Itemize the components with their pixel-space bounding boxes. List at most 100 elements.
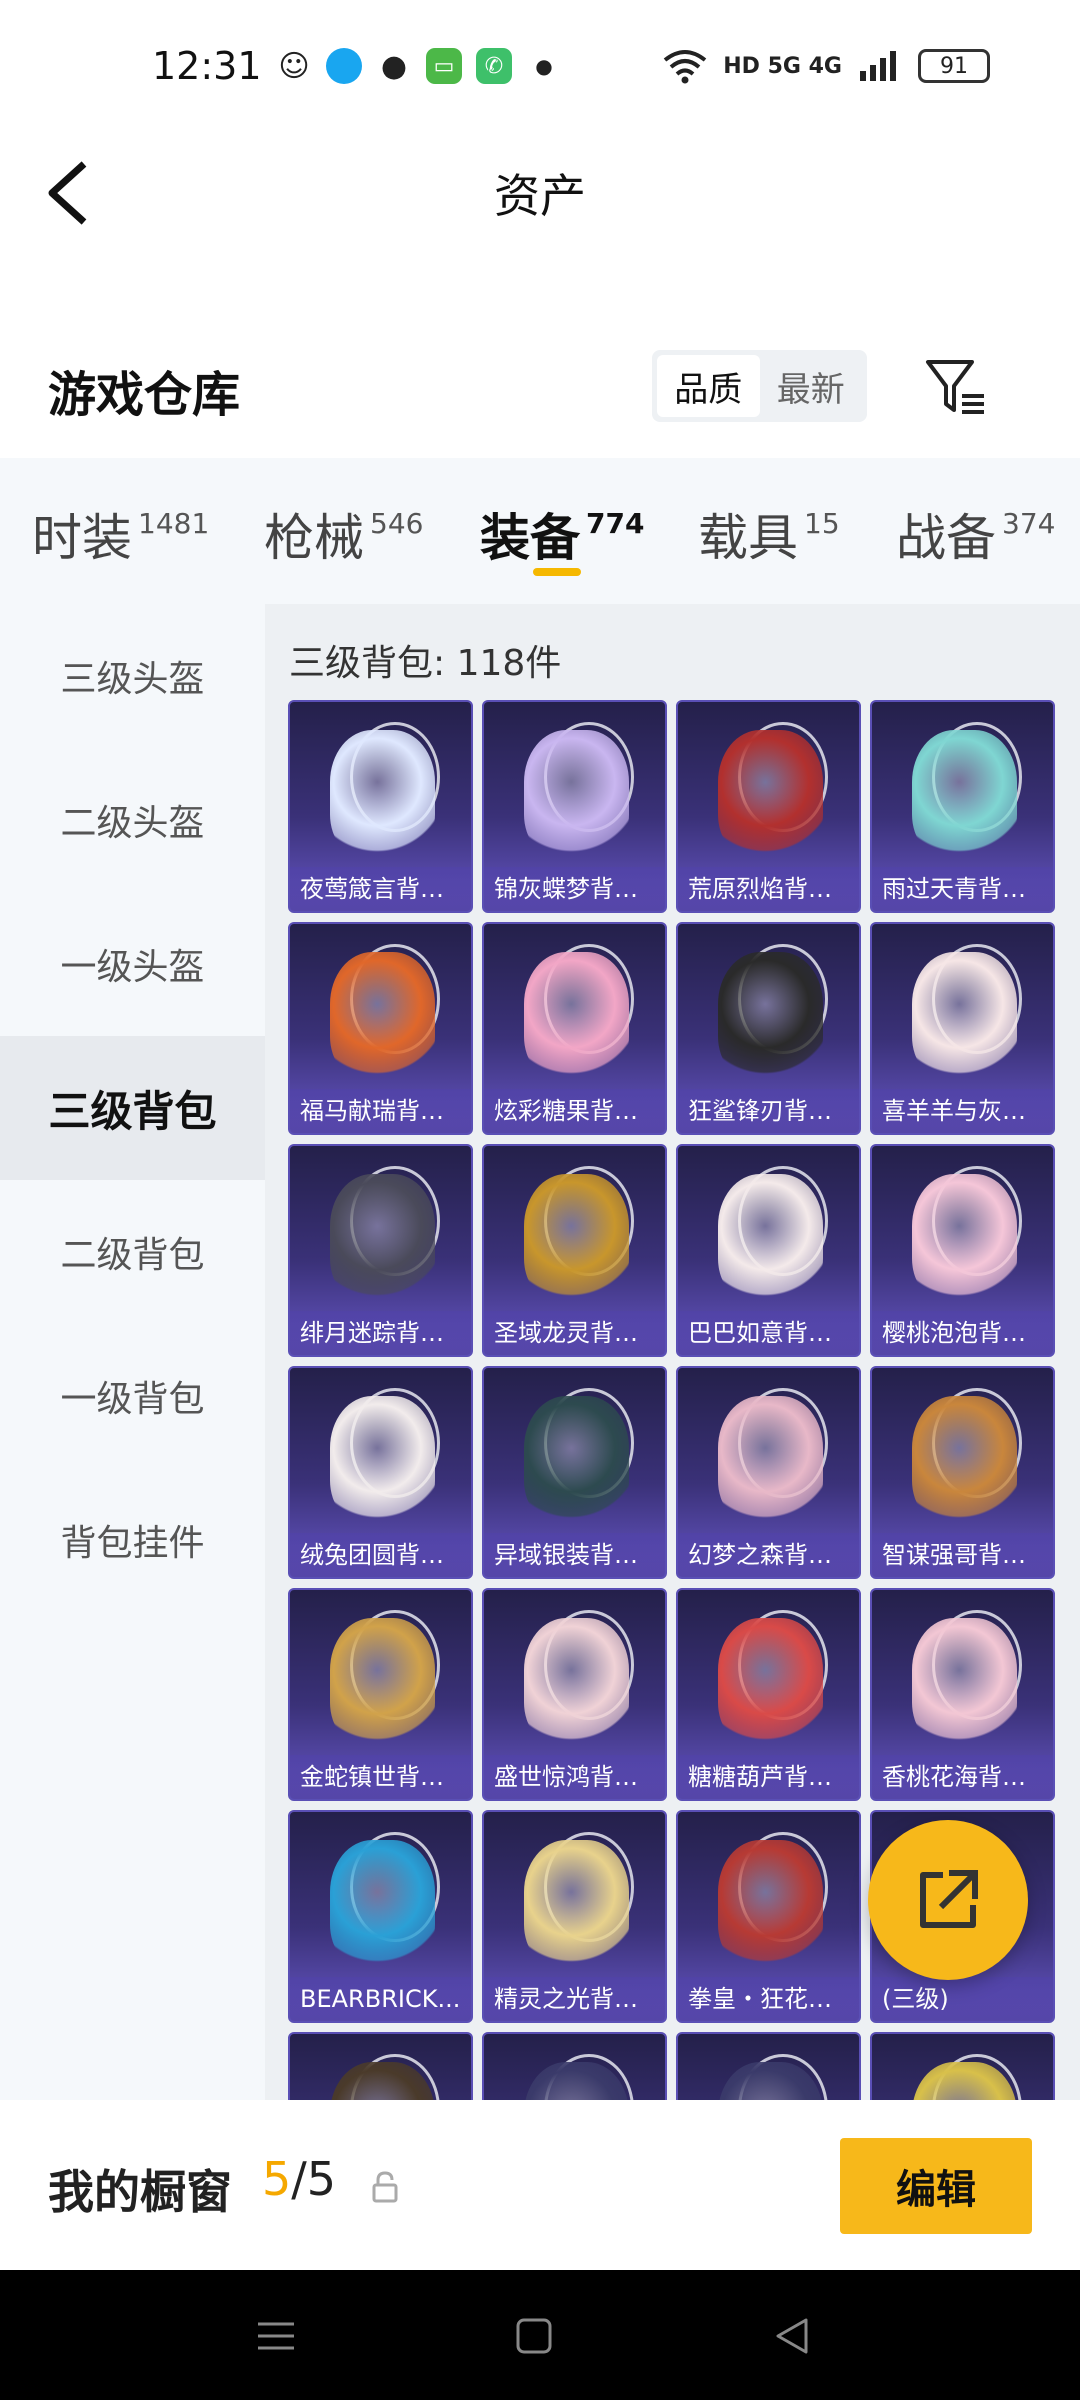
phone-icon: ✆ (476, 48, 512, 84)
item-card[interactable]: 智谋强哥背包... (870, 1366, 1055, 1579)
item-card[interactable]: 香桃花海背包... (870, 1588, 1055, 1801)
sidebar-item-level2-helmet[interactable]: 二级头盔 (0, 748, 265, 892)
dot-icon: ● (535, 54, 553, 78)
item-card[interactable]: 夜莺箴言背包... (288, 700, 473, 913)
notification-icons: ☺ ● ▭ ✆ ● (276, 48, 562, 84)
item-name: 炫彩糖果背包... (484, 1089, 665, 1133)
wifi-icon (664, 50, 707, 84)
item-card[interactable]: 绒兔团圆背包... (288, 1366, 473, 1579)
tab-count: 774 (586, 507, 645, 540)
showcase-current: 5 (262, 2152, 292, 2206)
item-card[interactable] (870, 2032, 1055, 2100)
item-card[interactable]: 幻梦之森背包... (676, 1366, 861, 1579)
tab-fashion[interactable]: 时装 1481 (32, 498, 209, 570)
item-name: 金蛇镇世背包... (290, 1755, 471, 1799)
item-name: 夜莺箴言背包... (290, 867, 471, 911)
backpack-image (718, 1840, 823, 1970)
item-card[interactable] (288, 2032, 473, 2100)
item-name: 喜羊羊与灰太... (872, 1089, 1053, 1133)
backpack-image (524, 1174, 629, 1304)
item-name: 异域银装背包... (484, 1533, 665, 1577)
message-icon: ▭ (426, 48, 462, 84)
backpack-image (912, 952, 1017, 1082)
item-name: 锦灰蝶梦背包... (484, 867, 665, 911)
item-card[interactable] (482, 2032, 667, 2100)
tab-label: 装备 (480, 509, 580, 567)
item-card[interactable] (676, 2032, 861, 2100)
backpack-image (330, 1840, 435, 1970)
backpack-image (330, 1618, 435, 1748)
item-card[interactable]: 糖糖葫芦背包... (676, 1588, 861, 1801)
sidebar-item-level1-helmet[interactable]: 一级头盔 (0, 892, 265, 1036)
item-card[interactable]: 狂鲨锋刃背包... (676, 922, 861, 1135)
page-title: 资产 (494, 169, 586, 223)
item-card[interactable]: 炫彩糖果背包... (482, 922, 667, 1135)
item-card[interactable]: 圣域龙灵背包... (482, 1144, 667, 1357)
item-name: 绯月迷踪背包... (290, 1311, 471, 1355)
item-card[interactable]: BEARBRICK... (288, 1810, 473, 2023)
sort-quality-button[interactable]: 品质 (657, 355, 760, 417)
item-card[interactable]: 樱桃泡泡背包... (870, 1144, 1055, 1357)
sidebar-item-level2-backpack[interactable]: 二级背包 (0, 1180, 265, 1324)
sort-toggle: 品质 最新 (652, 350, 867, 422)
tab-vehicles[interactable]: 载具 15 (698, 498, 840, 570)
sidebar-item-level1-backpack[interactable]: 一级背包 (0, 1324, 265, 1468)
menu-icon[interactable] (256, 2316, 296, 2356)
item-name: 糖糖葫芦背包... (678, 1755, 859, 1799)
tab-equipment[interactable]: 装备 774 (480, 498, 644, 570)
item-name: 幻梦之森背包... (678, 1533, 859, 1577)
item-name: 雨过天青背包... (872, 867, 1053, 911)
item-card[interactable]: 绯月迷踪背包... (288, 1144, 473, 1357)
status-bar: 12:31 ☺ ● ▭ ✆ ● HD 5G 4G 91 (0, 0, 1080, 130)
wechat-icon: ● (380, 48, 408, 84)
showcase-label: 我的橱窗 (48, 2165, 232, 2219)
share-button[interactable] (868, 1820, 1028, 1980)
backpack-image (330, 952, 435, 1082)
tab-count: 15 (804, 507, 840, 540)
sort-latest-button[interactable]: 最新 (760, 355, 863, 417)
subcategory-sidebar: 三级头盔 二级头盔 一级头盔 三级背包 二级背包 一级背包 背包挂件 (0, 604, 265, 2100)
item-card[interactable]: 盛世惊鸿背包... (482, 1588, 667, 1801)
sidebar-item-backpack-charm[interactable]: 背包挂件 (0, 1468, 265, 1612)
item-card[interactable]: 巴巴如意背包... (676, 1144, 861, 1357)
backpack-image (718, 952, 823, 1082)
item-card[interactable]: 锦灰蝶梦背包... (482, 700, 667, 913)
tab-label: 时装 (32, 509, 132, 567)
warehouse-title: 游戏仓库 (48, 367, 241, 423)
sidebar-item-level3-backpack[interactable]: 三级背包 (0, 1036, 265, 1180)
showcase-bar: 我的橱窗 5/5 编辑 (0, 2100, 1080, 2270)
backpack-image (718, 1174, 823, 1304)
tab-supplies[interactable]: 战备 374 (896, 498, 1055, 570)
back-nav-icon[interactable] (772, 2316, 812, 2356)
home-icon[interactable] (514, 2316, 554, 2356)
edit-button[interactable]: 编辑 (840, 2138, 1032, 2234)
filter-icon[interactable] (924, 356, 988, 416)
item-card[interactable]: 拳皇・狂花道... (676, 1810, 861, 2023)
active-tab-indicator (533, 568, 581, 576)
backpack-image (912, 1396, 1017, 1526)
item-card[interactable]: 雨过天青背包... (870, 700, 1055, 913)
backpack-image (330, 1174, 435, 1304)
backpack-image (524, 952, 629, 1082)
backpack-image (718, 1396, 823, 1526)
signal-icon (860, 51, 896, 81)
item-card[interactable]: 荒原烈焰背包... (676, 700, 861, 913)
battery-level: 91 (940, 53, 968, 79)
item-card[interactable]: 喜羊羊与灰太... (870, 922, 1055, 1135)
item-card[interactable]: 精灵之光背包... (482, 1810, 667, 2023)
item-card[interactable]: 异域银装背包... (482, 1366, 667, 1579)
tab-firearms[interactable]: 枪械 546 (264, 498, 423, 570)
item-name: 盛世惊鸿背包... (484, 1755, 665, 1799)
tab-count: 546 (370, 507, 424, 540)
sidebar-item-level3-helmet[interactable]: 三级头盔 (0, 604, 265, 748)
item-card[interactable]: 金蛇镇世背包... (288, 1588, 473, 1801)
backpack-image (330, 730, 435, 860)
tab-label: 枪械 (264, 509, 364, 567)
system-status: HD 5G 4G 91 (663, 48, 990, 84)
item-card[interactable]: 福马献瑞背包... (288, 922, 473, 1135)
showcase-count: 5/5 (262, 2152, 336, 2206)
item-count-label: 三级背包: 118件 (289, 643, 562, 684)
item-name: 荒原烈焰背包... (678, 867, 859, 911)
backpack-image (912, 730, 1017, 860)
item-name: 福马献瑞背包... (290, 1089, 471, 1133)
